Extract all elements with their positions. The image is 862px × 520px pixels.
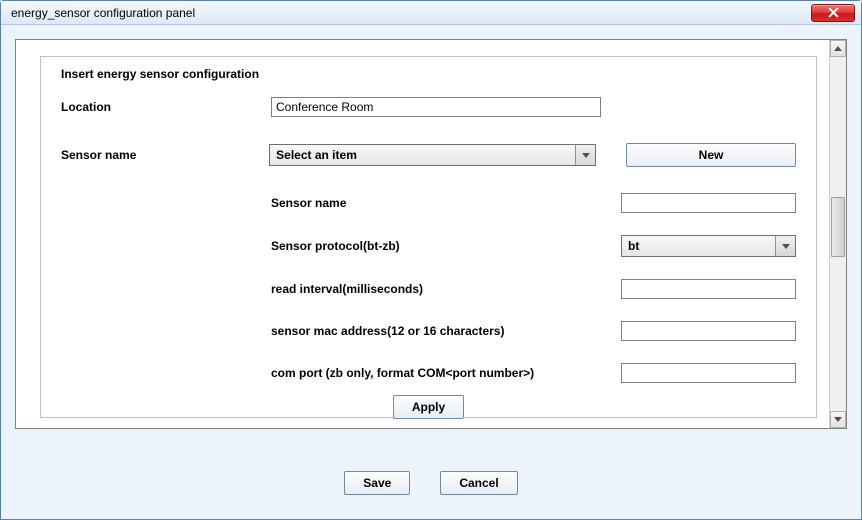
detail-interval-label: read interval(milliseconds): [271, 282, 621, 296]
scroll-content: Insert energy sensor configuration Locat…: [16, 40, 829, 428]
close-button[interactable]: [811, 4, 855, 22]
config-panel: Insert energy sensor configuration Locat…: [15, 39, 847, 429]
sensor-name-label: Sensor name: [61, 148, 269, 162]
window-title: energy_sensor configuration panel: [7, 6, 811, 20]
protocol-select-text: bt: [622, 236, 775, 256]
chevron-down-icon: [834, 417, 842, 422]
detail-comport-label: com port (zb only, format COM<port numbe…: [271, 366, 621, 380]
protocol-select[interactable]: bt: [621, 235, 796, 257]
dialog-window: energy_sensor configuration panel Insert…: [0, 0, 862, 520]
sensor-select-text: Select an item: [270, 145, 575, 165]
cancel-button[interactable]: Cancel: [440, 471, 517, 495]
chevron-up-icon: [834, 46, 842, 51]
location-input[interactable]: [271, 97, 601, 117]
sensor-select[interactable]: Select an item: [269, 144, 596, 166]
save-button[interactable]: Save: [344, 471, 410, 495]
scroll-down-button[interactable]: [830, 411, 846, 428]
sensor-select-toggle[interactable]: [575, 145, 595, 165]
detail-mac-label: sensor mac address(12 or 16 characters): [271, 324, 621, 338]
scroll-thumb[interactable]: [831, 197, 845, 257]
apply-button[interactable]: Apply: [393, 395, 464, 419]
scroll-track[interactable]: [830, 57, 846, 411]
chevron-down-icon: [782, 244, 790, 249]
client-area: Insert energy sensor configuration Locat…: [1, 25, 861, 519]
mac-input[interactable]: [621, 321, 796, 341]
scroll-up-button[interactable]: [830, 40, 846, 57]
detail-sensor-name-input[interactable]: [621, 193, 796, 213]
detail-protocol-label: Sensor protocol(bt-zb): [271, 239, 621, 253]
new-button[interactable]: New: [626, 143, 796, 167]
interval-input[interactable]: [621, 279, 796, 299]
fieldset: Insert energy sensor configuration Locat…: [40, 56, 817, 418]
dialog-buttons: Save Cancel: [1, 471, 861, 495]
titlebar[interactable]: energy_sensor configuration panel: [1, 1, 861, 25]
chevron-down-icon: [582, 153, 590, 158]
detail-sensor-name-label: Sensor name: [271, 196, 621, 210]
close-icon: [828, 7, 839, 18]
vertical-scrollbar[interactable]: [829, 40, 846, 428]
panel-heading: Insert energy sensor configuration: [61, 67, 796, 81]
protocol-select-toggle[interactable]: [775, 236, 795, 256]
location-label: Location: [61, 100, 271, 114]
comport-input[interactable]: [621, 363, 796, 383]
